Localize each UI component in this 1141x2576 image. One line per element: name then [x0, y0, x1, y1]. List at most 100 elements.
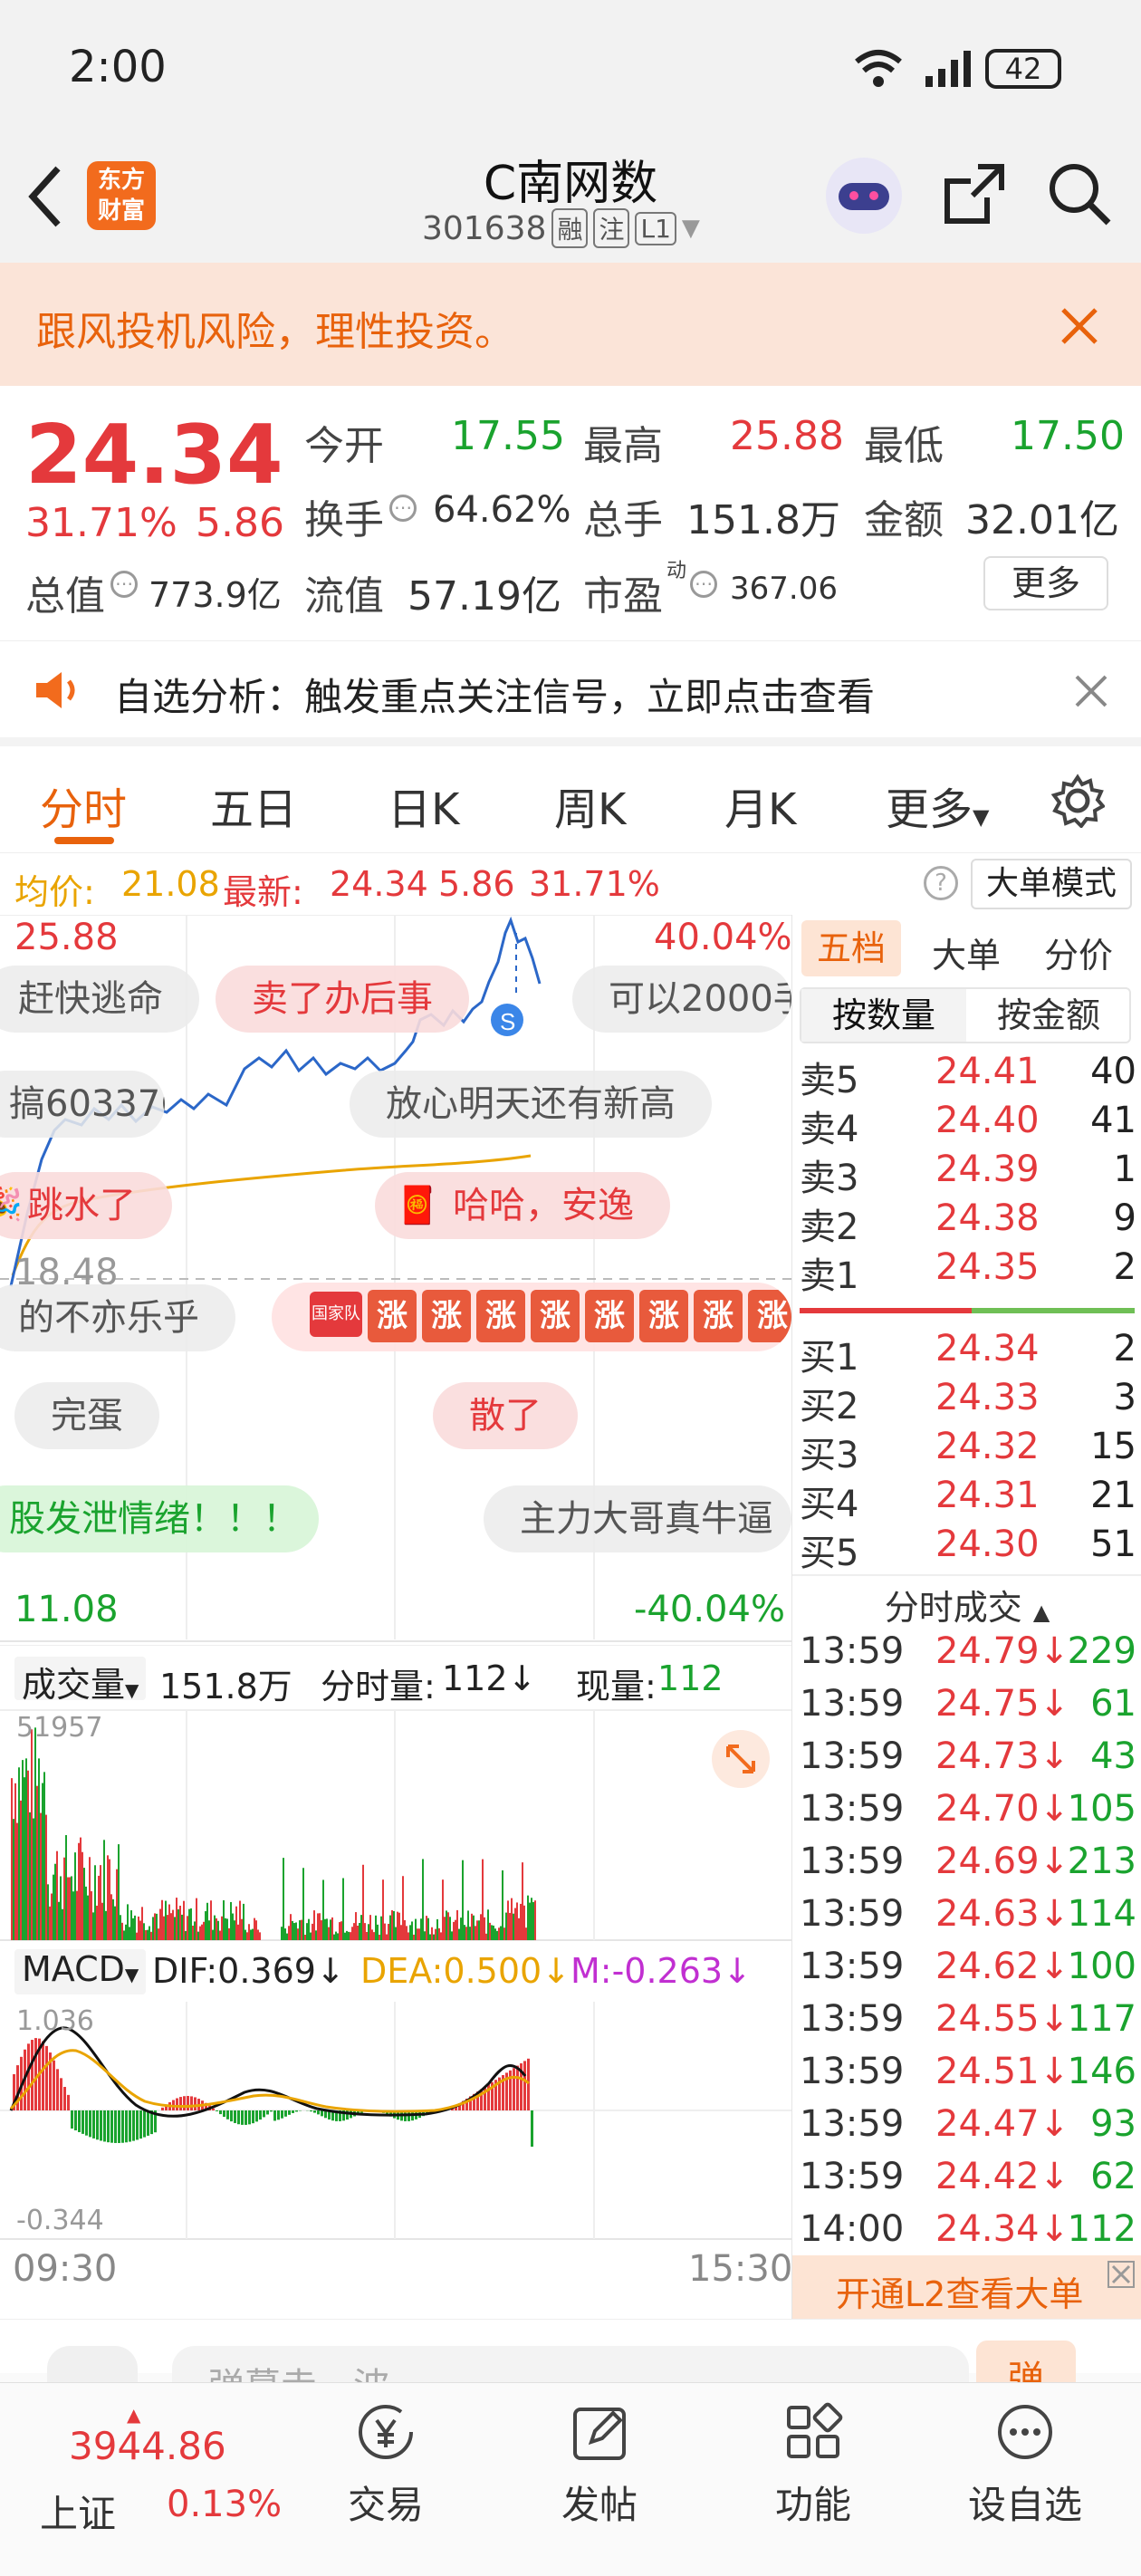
- close-icon[interactable]: [1060, 306, 1099, 346]
- nav-watchlist-settings[interactable]: 设自选: [953, 2400, 1098, 2530]
- macd-bar: [241, 2110, 244, 2125]
- stock-code-row: 301638 融 注 L1 ▼: [422, 208, 700, 248]
- info-icon[interactable]: ⋯: [389, 495, 417, 522]
- help-icon[interactable]: ?: [924, 866, 958, 900]
- danmaku-item[interactable]: 🧧 哈哈，安逸: [375, 1172, 670, 1239]
- volume-bar: [371, 1929, 373, 1940]
- volume-bar: [532, 1902, 534, 1940]
- expand-icon[interactable]: [712, 1730, 770, 1788]
- share-icon[interactable]: [942, 161, 1007, 226]
- search-icon[interactable]: [1047, 161, 1112, 226]
- danmaku-item[interactable]: 可以2000手: [572, 966, 791, 1033]
- danmaku-item[interactable]: 散了: [433, 1382, 578, 1449]
- l2-banner[interactable]: 开通L2查看大单: [792, 2255, 1141, 2319]
- danmaku-item[interactable]: 完蛋: [14, 1382, 159, 1449]
- gear-icon[interactable]: [1050, 774, 1105, 828]
- volume-bar: [11, 1778, 13, 1940]
- macd-bar: [284, 2110, 287, 2117]
- danmaku-item[interactable]: 赶快逃命: [0, 966, 199, 1033]
- danmaku-item[interactable]: 🎉 跳水了: [0, 1172, 172, 1239]
- trade-row-p: 24.42↓: [935, 2156, 1070, 2197]
- margin-tag: 融: [551, 208, 589, 248]
- current-price: 24.34: [25, 408, 283, 503]
- volume-bar: [116, 1869, 118, 1940]
- close-icon[interactable]: [1074, 674, 1108, 708]
- by-quantity-button[interactable]: 按数量: [801, 989, 966, 1042]
- ai-robot-icon[interactable]: [826, 158, 902, 234]
- volume-bar: [484, 1917, 485, 1940]
- danmaku-item[interactable]: 卖了办后事: [216, 966, 469, 1033]
- volume-bar: [346, 1930, 348, 1940]
- danmaku-item[interactable]: 股发泄情绪！！！: [0, 1485, 319, 1552]
- index-name[interactable]: 上证: [40, 2484, 116, 2539]
- zhang-badge: 涨: [585, 1290, 634, 1342]
- tab-big-order[interactable]: 大单: [932, 928, 1001, 977]
- by-amount-button[interactable]: 按金额: [966, 989, 1131, 1042]
- volume-bar: [529, 1902, 531, 1940]
- trades-title[interactable]: 分时成交 ▲: [792, 1580, 1141, 1629]
- tab-more[interactable]: 更多▼: [886, 774, 989, 837]
- volume-bar: [161, 1899, 163, 1940]
- info-icon[interactable]: ⋯: [110, 571, 138, 598]
- volume-bar: [534, 1900, 536, 1940]
- macd-selector[interactable]: MACD▼: [14, 1949, 147, 1994]
- volume-bar: [38, 1758, 40, 1940]
- grid-icon: [787, 2402, 843, 2458]
- volume-bar: [342, 1878, 344, 1940]
- nav-post[interactable]: 发帖: [527, 2400, 672, 2530]
- macd-bar: [292, 2110, 294, 2113]
- notice-bar[interactable]: 自选分析：触发重点关注信号，立即点击查看: [0, 641, 1141, 746]
- volume-bar: [496, 1930, 498, 1940]
- danmaku-item[interactable]: 主力大哥真牛逼: [484, 1485, 791, 1552]
- trade-row: 13:59 24.47↓ 93: [800, 2103, 1136, 2152]
- more-button[interactable]: 更多: [983, 556, 1108, 610]
- trade-row-t: 13:59: [800, 1630, 905, 1672]
- volume-bar: [493, 1925, 494, 1940]
- turnover-value: 64.62%: [433, 489, 571, 531]
- zhang-danmaku[interactable]: 国家队 涨涨涨涨涨涨涨涨: [272, 1283, 791, 1351]
- now-vol-label: 现量:: [576, 1667, 657, 1706]
- chevron-down-icon[interactable]: ▼: [682, 215, 700, 242]
- volume-bar: [58, 1901, 60, 1940]
- close-icon[interactable]: [1107, 2261, 1135, 2288]
- danmaku-item[interactable]: 的不亦乐乎: [0, 1284, 235, 1351]
- index-value[interactable]: 3944.86: [69, 2424, 226, 2468]
- zhang-badge: 涨: [476, 1290, 525, 1342]
- volume-selector[interactable]: 成交量▼: [14, 1657, 147, 1705]
- pe-label: 市盈: [583, 573, 663, 620]
- macd-bar: [273, 2110, 276, 2121]
- volume-bar: [516, 1902, 518, 1940]
- volume-bar: [491, 1925, 493, 1940]
- volume-bar: [380, 1916, 382, 1940]
- big-order-mode-button[interactable]: 大单模式: [971, 859, 1132, 909]
- tab-level5[interactable]: 五档: [801, 920, 901, 976]
- macd-bar: [63, 2087, 66, 2110]
- volume-bar: [471, 1913, 473, 1940]
- nav-functions[interactable]: 功能: [741, 2400, 886, 2530]
- volume-bar: [321, 1920, 322, 1940]
- volume-bar: [315, 1930, 317, 1940]
- volume-bar: [456, 1909, 458, 1940]
- l2-link[interactable]: 开通L2查看大单: [836, 2266, 1083, 2316]
- tab-weekly-k[interactable]: 周K: [554, 774, 626, 837]
- tab-five-day[interactable]: 五日: [210, 774, 297, 837]
- volume-bar: [56, 1850, 58, 1940]
- volume-bar: [34, 1727, 36, 1940]
- zhang-badge: 涨: [422, 1290, 471, 1342]
- nav-trade[interactable]: 交易: [313, 2400, 458, 2530]
- axis-bottom-price: 11.08: [14, 1589, 119, 1630]
- volume-bar: [158, 1928, 159, 1940]
- tab-monthly-k[interactable]: 月K: [724, 774, 796, 837]
- volume-bar: [244, 1929, 246, 1940]
- tab-price-dist[interactable]: 分价: [1044, 928, 1113, 977]
- danmaku-item[interactable]: 放心明天还有新高: [350, 1071, 712, 1138]
- volume-bar: [286, 1933, 288, 1940]
- tab-daily-k[interactable]: 日K: [388, 774, 459, 837]
- info-icon[interactable]: ⋯: [690, 571, 717, 598]
- volume-bar: [27, 1770, 29, 1940]
- volume-bar: [511, 1898, 513, 1940]
- danmaku-item[interactable]: 搞603376: [0, 1071, 165, 1138]
- volume-bar: [89, 1857, 91, 1940]
- tab-intraday[interactable]: 分时: [40, 774, 127, 837]
- volume-bar: [391, 1909, 393, 1940]
